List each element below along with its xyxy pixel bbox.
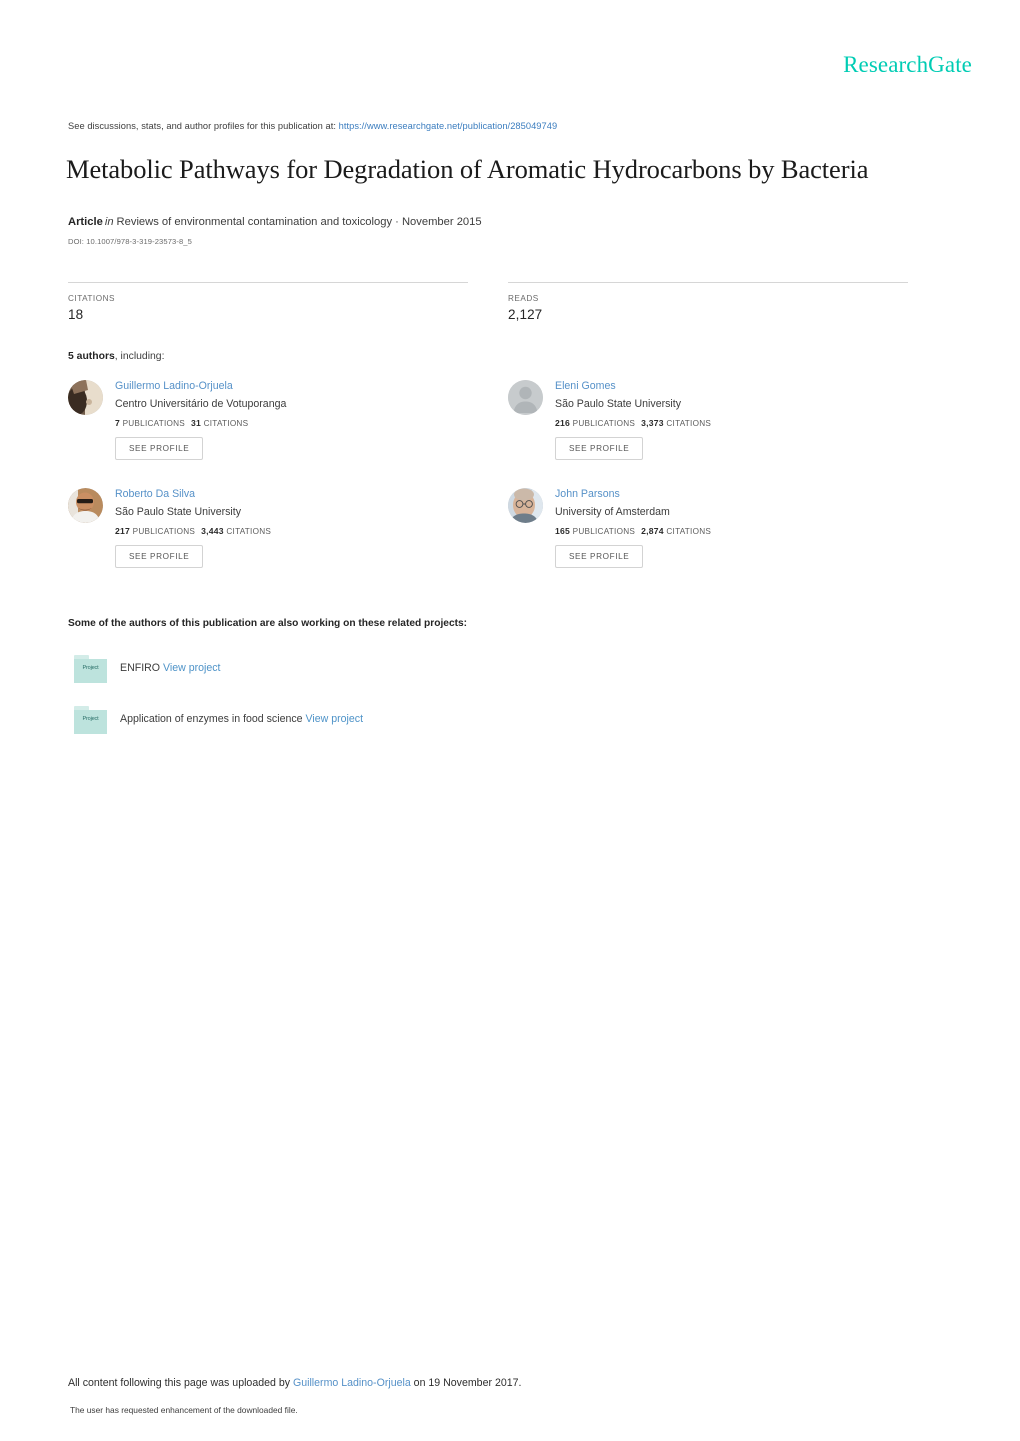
author-affiliation: University of Amsterdam [555, 506, 670, 518]
author-citations-count: 3,373 [641, 418, 664, 428]
author-citations-label: CITATIONS [203, 419, 249, 428]
article-type-label: Article [68, 216, 103, 228]
author-publications-label: PUBLICATIONS [132, 527, 196, 536]
author-publications-label: PUBLICATIONS [122, 419, 186, 428]
project-folder-icon: Project [74, 706, 107, 734]
author-affiliation: São Paulo State University [555, 398, 682, 410]
author-affiliation: Centro Universitário de Votuporanga [115, 398, 287, 410]
article-source: Reviews of environmental contamination a… [116, 216, 482, 228]
author-name-link[interactable]: John Parsons [555, 487, 935, 501]
discussions-prefix-text: See discussions, stats, and author profi… [68, 121, 336, 131]
author-publications-count: 217 [115, 526, 131, 536]
see-profile-button[interactable]: SEE PROFILE [555, 545, 644, 568]
project-name: Application of enzymes in food science [120, 713, 303, 725]
author-citations-label: CITATIONS [666, 419, 712, 428]
author-card: Roberto Da Silva São Paulo State Univers… [68, 487, 498, 587]
author-citations-label: CITATIONS [666, 527, 712, 536]
researchgate-logo[interactable]: ResearchGate [843, 52, 972, 78]
author-body: Roberto Da Silva São Paulo State Univers… [115, 487, 495, 568]
author-stats: 216 PUBLICATIONS 3,373 CITATIONS [555, 418, 935, 428]
footer-enhancement-note: The user has requested enhancement of th… [70, 1405, 298, 1415]
see-profile-button[interactable]: SEE PROFILE [115, 545, 204, 568]
author-body: John Parsons University of Amsterdam 165… [555, 487, 935, 568]
photo-person-sunglasses-icon [68, 488, 103, 523]
author-name-link[interactable]: Eleni Gomes [555, 379, 935, 393]
author-stats: 7 PUBLICATIONS 31 CITATIONS [115, 418, 495, 428]
author-affiliation: São Paulo State University [115, 506, 242, 518]
reads-stat-block: READS 2,127 [508, 282, 908, 322]
author-citations-count: 3,443 [201, 526, 224, 536]
authors-heading-rest: , including: [114, 351, 165, 362]
placeholder-person-icon [508, 380, 543, 415]
project-folder-glyph-text: Project [82, 665, 99, 671]
author-body: Guillermo Ladino-Orjuela Centro Universi… [115, 379, 495, 460]
page-title: Metabolic Pathways for Degradation of Ar… [66, 154, 869, 184]
citations-value: 18 [68, 307, 84, 322]
author-citations-label: CITATIONS [226, 527, 272, 536]
discussions-line: See discussions, stats, and author profi… [68, 121, 557, 131]
author-citations-count: 31 [191, 418, 202, 428]
publication-url-link[interactable]: https://www.researchgate.net/publication… [339, 121, 558, 131]
view-project-link[interactable]: View project [163, 662, 221, 674]
see-profile-button[interactable]: SEE PROFILE [555, 437, 644, 460]
footer-uploader-link[interactable]: Guillermo Ladino-Orjuela [293, 1377, 411, 1389]
project-folder-glyph-text: Project [82, 716, 99, 722]
footer-suffix-text: on 19 November 2017. [410, 1377, 522, 1389]
authors-count: 5 authors [68, 351, 115, 362]
author-publications-label: PUBLICATIONS [572, 419, 636, 428]
photo-person-glasses-icon [508, 488, 543, 523]
see-profile-button[interactable]: SEE PROFILE [115, 437, 204, 460]
view-project-link[interactable]: View project [306, 713, 364, 725]
citations-divider [68, 282, 468, 283]
footer-upload-line: All content following this page was uplo… [68, 1377, 521, 1389]
authors-heading: 5 authors, including: [68, 351, 164, 362]
author-name-link[interactable]: Roberto Da Silva [115, 487, 495, 501]
author-card: Guillermo Ladino-Orjuela Centro Universi… [68, 379, 498, 479]
related-projects-heading: Some of the authors of this publication … [68, 618, 468, 629]
footer-prefix-text: All content following this page was uplo… [68, 1377, 293, 1389]
project-name: ENFIRO [120, 662, 161, 674]
avatar [68, 380, 103, 415]
author-publications-count: 165 [555, 526, 571, 536]
project-folder-icon: Project [74, 655, 107, 683]
author-citations-count: 2,874 [641, 526, 664, 536]
avatar [508, 380, 543, 415]
author-publications-count: 216 [555, 418, 571, 428]
reads-label: READS [508, 294, 539, 303]
author-stats: 217 PUBLICATIONS 3,443 CITATIONS [115, 526, 495, 536]
citations-stat-block: CITATIONS 18 [68, 282, 468, 322]
article-in-word: in [104, 216, 114, 228]
citations-label: CITATIONS [68, 294, 115, 303]
author-card: Eleni Gomes São Paulo State University 2… [508, 379, 938, 479]
author-publications-label: PUBLICATIONS [572, 527, 636, 536]
author-stats: 165 PUBLICATIONS 2,874 CITATIONS [555, 526, 935, 536]
article-doi: DOI: 10.1007/978-3-319-23573-8_5 [68, 237, 192, 246]
article-meta: Article in Reviews of environmental contam… [68, 216, 482, 228]
project-text: Application of enzymes in food science V… [120, 713, 363, 725]
avatar [508, 488, 543, 523]
author-body: Eleni Gomes São Paulo State University 2… [555, 379, 935, 460]
photo-person-dark-icon [68, 380, 103, 415]
author-publications-count: 7 [115, 418, 121, 428]
reads-value: 2,127 [508, 307, 543, 322]
author-card: John Parsons University of Amsterdam 165… [508, 487, 938, 587]
reads-divider [508, 282, 908, 283]
project-text: ENFIRO View project [120, 662, 221, 674]
avatar [68, 488, 103, 523]
researchgate-cover-page: ResearchGate See discussions, stats, and… [0, 0, 1020, 1441]
author-name-link[interactable]: Guillermo Ladino-Orjuela [115, 379, 495, 393]
